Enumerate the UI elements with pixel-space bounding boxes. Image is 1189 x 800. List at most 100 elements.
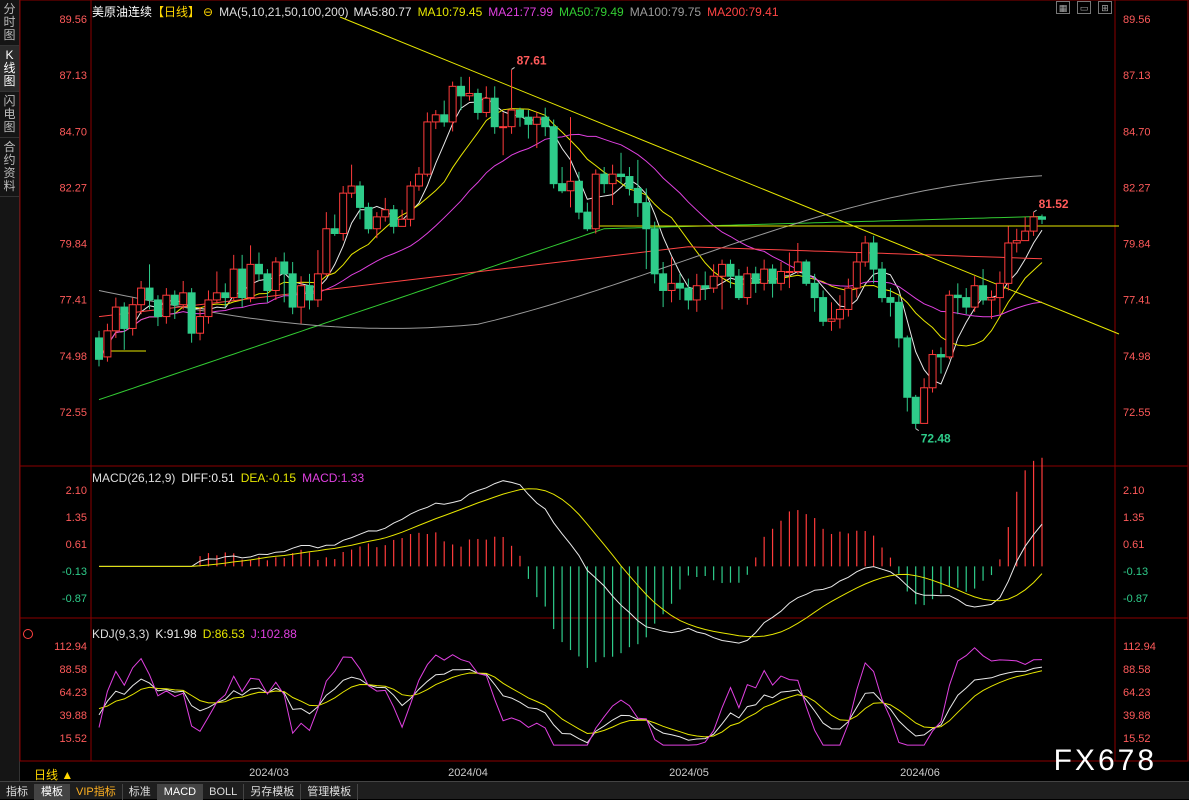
candle [128,297,137,336]
candle [692,273,701,312]
price-axis-label-7-0: 72.55 [59,407,87,419]
candle [953,283,962,315]
candle-body [751,273,760,284]
candle [196,307,205,341]
candle-body [187,292,196,334]
candle [490,86,499,134]
candle [364,202,373,234]
price-axis-label-5-1: 77.41 [1123,295,1151,307]
macd-axis-label-4-0: -0.87 [62,593,87,605]
candle [726,259,735,289]
candle [844,278,853,317]
macd-value: MACD:1.33 [302,471,365,485]
candle-body [490,97,499,128]
candle-body [473,92,482,113]
candle [566,117,575,208]
candle-body [583,211,592,230]
candle-body [928,354,937,389]
annotation-high-marker [511,67,515,70]
candle-body [785,270,794,273]
candle [987,290,996,319]
candle-body [911,396,920,424]
kdj-axis-label-3-1: 39.88 [1123,710,1151,722]
candle [802,259,811,286]
annotation-last: 81.52 [1039,197,1069,211]
candle-body [574,180,583,213]
candle [499,112,508,156]
candle-body [482,97,491,113]
candle-body [793,261,802,272]
side-tab-2[interactable]: 闪电图 [0,92,19,138]
candle-body [465,92,474,97]
grid-icon[interactable]: ▦ [1056,1,1070,14]
macd-axis-label-2-0: 0.61 [66,539,87,551]
candle-body [196,316,205,334]
settings-icon[interactable]: ⊖ [203,5,213,19]
candle [574,171,583,220]
candle [389,205,398,234]
restore-icon[interactable]: ▭ [1077,1,1091,14]
candle-body [162,294,171,318]
candle-body [566,180,575,192]
candle-body [591,173,600,230]
candle-body [810,282,819,299]
candle [145,264,154,310]
candle [827,302,836,331]
candle [271,257,280,300]
annotation-low: 72.48 [921,432,951,446]
price-chart[interactable]: 89.56 89.56 87.13 87.13 84.70 84.70 82.27 82.27… [19,0,1189,781]
side-tab-3[interactable]: 合约资料 [0,138,19,197]
price-axis-label-2-1: 84.70 [1123,126,1151,138]
candle-body [684,287,693,301]
candle [633,159,642,217]
footer-toolbar: 指标 模板 VIP指标 标准 MACD BOLL 另存模板 管理模板 [0,781,1189,800]
candle-body [768,268,777,284]
kdj-icon[interactable] [23,629,33,639]
price-axis-label-1-0: 87.13 [59,70,87,82]
candle [179,280,188,310]
macd-axis-label-4-1: -0.87 [1123,593,1148,605]
candle [819,290,828,327]
candle [406,181,415,227]
candle-body [625,176,634,189]
candle [785,252,794,289]
kdj-k: K:91.98 [155,627,197,641]
candle-body [254,263,263,275]
candle-body [852,261,861,289]
ma-item-4: MA100:79.75 [629,5,702,19]
candle-body [760,268,769,284]
price-axis-label-3-0: 82.27 [59,182,87,194]
candle-body [212,292,221,301]
candle-body [221,292,230,299]
candle-body [903,337,912,398]
candle-body [827,318,836,322]
macd-axis-label-3-1: -0.13 [1123,566,1148,578]
candle [473,88,482,120]
candle-body [642,202,651,230]
candle-body [305,285,314,301]
candle-body [128,304,137,329]
candle-body [970,285,979,308]
kdj-axis-label-2-1: 64.23 [1123,687,1151,699]
candle-body [280,261,289,275]
candle [515,107,524,127]
candle-body [431,114,440,123]
candle-body [179,292,188,306]
candle [1029,212,1038,236]
candle [414,167,423,191]
price-axis-label-2-0: 84.70 [59,126,87,138]
date-label-2: 2024/05 [669,767,709,779]
price-axis-label-0-0: 89.56 [59,14,87,26]
side-tab-1[interactable]: K线图 [0,46,19,92]
kdj-axis-label-0-0: 112.94 [54,641,87,653]
candle-body [819,297,828,322]
candle-body [414,173,423,187]
macd-dea: DEA:-0.15 [240,471,297,485]
candle-body [322,228,331,275]
candle-body [718,263,727,277]
side-tab-0[interactable]: 分时图 [0,0,19,46]
candle [457,76,466,111]
candle-body [406,185,415,220]
maximize-icon[interactable]: ⊞ [1098,1,1112,14]
candle-body [726,263,735,277]
